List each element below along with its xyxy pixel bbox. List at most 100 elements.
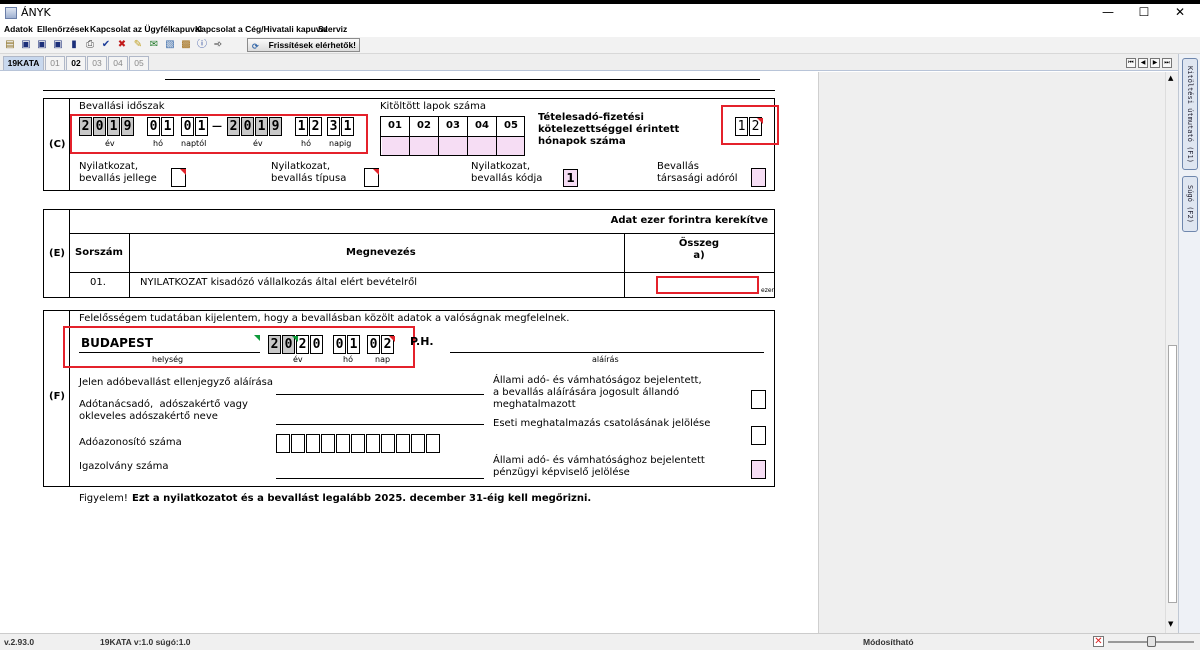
- guide-f1-button[interactable]: Kitöltési útmutató (F1): [1182, 58, 1198, 170]
- kodja-field[interactable]: 1: [563, 169, 578, 187]
- state-rep-label: Állami adó- és vámhatóságoz bejelentett,…: [493, 375, 702, 410]
- close-button[interactable]: ✕: [1162, 4, 1198, 22]
- check-icon[interactable]: ✔: [100, 39, 112, 51]
- unit-ezer: ezer: [761, 287, 774, 294]
- col-osszeg: Összeg a): [678, 238, 720, 261]
- city-date-highlight: [63, 326, 415, 368]
- refresh-icon: ⟳: [252, 42, 259, 51]
- save-as-icon[interactable]: ▣: [36, 39, 48, 51]
- form-info-text: 19KATA v:1.0 súgó:1.0: [100, 637, 191, 647]
- form-margin-area: [818, 72, 1165, 633]
- maximize-button[interactable]: ☐: [1126, 4, 1162, 22]
- prev-section-line: [165, 79, 760, 80]
- minimize-button[interactable]: —: [1090, 4, 1126, 22]
- envelope-icon[interactable]: ✉: [148, 39, 160, 51]
- mode-text: Módosítható: [863, 637, 914, 647]
- help-f2-button[interactable]: Súgó (F2): [1182, 176, 1198, 232]
- page-03-count[interactable]: [439, 137, 467, 155]
- page-02-label: 02: [417, 120, 431, 131]
- tab-01[interactable]: 01: [45, 56, 65, 70]
- occasional-checkbox[interactable]: [751, 426, 766, 445]
- col-megnevezes: Megnevezés: [346, 247, 416, 258]
- months-label: Tételesadó-fizetési kötelezettséggel éri…: [538, 112, 680, 147]
- col-sorszam: Sorszám: [75, 247, 123, 258]
- prev-page-icon[interactable]: ◀: [1138, 58, 1148, 68]
- row-01-text: NYILATKOZAT kisadózó vállalkozás által e…: [140, 277, 417, 288]
- last-page-icon[interactable]: ⏭: [1162, 58, 1172, 68]
- page-04-count[interactable]: [468, 137, 496, 155]
- taxid-field[interactable]: [276, 434, 441, 453]
- jellege-marker: [180, 169, 186, 175]
- vertical-scrollbar[interactable]: ▲ ▼: [1165, 72, 1178, 633]
- pages-icon[interactable]: ▧: [164, 39, 176, 51]
- fin-rep-label: Állami adó- és vámhatósághoz bejelentett…: [493, 455, 705, 478]
- side-panel: Kitöltési útmutató (F1) Súgó (F2): [1178, 54, 1200, 633]
- version-text: v.2.93.0: [4, 637, 35, 647]
- toolbar: ▤ ▣ ▣ ▣ ▮ ⎙ ✔ ✖ ✎ ✉ ▧ ▩ ⓘ ➾ ⟳ Frissítések…: [0, 37, 1200, 54]
- notice-text: Ezt a nyilatkozatot és a bevallást legal…: [132, 493, 592, 504]
- section-f-label: (F): [49, 391, 65, 402]
- tipusa-label: Nyilatkozat, bevallás típusa: [271, 161, 347, 184]
- tab-04[interactable]: 04: [108, 56, 128, 70]
- save-all-icon[interactable]: ▣: [52, 39, 64, 51]
- forward-icon[interactable]: ➾: [212, 39, 224, 51]
- occasional-label: Eseti meghatalmazás csatolásának jelölés…: [493, 418, 711, 429]
- tab-05[interactable]: 05: [129, 56, 149, 70]
- menu-szerviz[interactable]: Szerviz: [318, 24, 347, 34]
- tarsasagi-field[interactable]: [751, 168, 766, 187]
- page-03-label: 03: [446, 120, 460, 131]
- menu-ellenorzesek[interactable]: Ellenőrzések: [37, 24, 89, 34]
- menu-cegkapu[interactable]: Kapcsolat a Cég/Hivatali kapuval: [195, 24, 328, 34]
- state-rep-checkbox[interactable]: [751, 390, 766, 409]
- pages-grid: 01 02 03 04 05: [380, 116, 525, 156]
- page-04-label: 04: [475, 120, 489, 131]
- page-tabs: 19KATA 01 02 03 04 05 ⏮ ◀ ▶ ⏭: [0, 54, 1178, 71]
- page-05-count[interactable]: [497, 137, 524, 155]
- tab-02[interactable]: 02: [66, 56, 86, 70]
- first-page-icon[interactable]: ⏮: [1126, 58, 1136, 68]
- menu-bar: Adatok Ellenőrzések Kapcsolat az Ügyfélk…: [0, 23, 1200, 37]
- next-page-icon[interactable]: ▶: [1150, 58, 1160, 68]
- ph-label: P.H.: [410, 335, 434, 348]
- book-icon[interactable]: ▮: [68, 39, 80, 51]
- jellege-label: Nyilatkozat, bevallás jellege: [79, 161, 157, 184]
- rounding-note: Adat ezer forintra kerekítve: [610, 215, 768, 226]
- open-icon[interactable]: ▤: [4, 39, 16, 51]
- scroll-up-icon[interactable]: ▲: [1168, 74, 1173, 82]
- scrollbar-thumb[interactable]: [1168, 345, 1177, 603]
- error-list-icon[interactable]: ✖: [116, 39, 128, 51]
- status-bar: v.2.93.0 19KATA v:1.0 súgó:1.0 Módosítha…: [0, 633, 1200, 650]
- updates-available-button[interactable]: ⟳ Frissítések elérhetők!: [247, 38, 360, 52]
- countersign-line[interactable]: [276, 394, 484, 395]
- page-05-label: 05: [504, 120, 518, 131]
- print-icon[interactable]: ⎙: [84, 39, 96, 51]
- section-c-label: (C): [49, 139, 66, 150]
- tab-03[interactable]: 03: [87, 56, 107, 70]
- kodja-label: Nyilatkozat, bevallás kódja: [471, 161, 543, 184]
- zoom-slider-thumb[interactable]: [1147, 636, 1156, 647]
- advisor-line[interactable]: [276, 424, 484, 425]
- attachment-icon[interactable]: ▩: [180, 39, 192, 51]
- menu-adatok[interactable]: Adatok: [4, 24, 33, 34]
- taxid-label: Adóazonosító száma: [79, 437, 182, 448]
- period-highlight: [70, 114, 368, 154]
- license-line[interactable]: [276, 478, 484, 479]
- scroll-down-icon[interactable]: ▼: [1168, 620, 1173, 628]
- fin-rep-checkbox[interactable]: [751, 460, 766, 479]
- signature-line[interactable]: [450, 352, 764, 353]
- countersign-label: Jelen adóbevallást ellenjegyző aláírása: [79, 377, 274, 388]
- tab-19kata[interactable]: 19KATA: [3, 56, 44, 70]
- error-toggle-icon[interactable]: ✕: [1093, 636, 1104, 647]
- title-bar: ÁNYK — ☐ ✕: [0, 4, 1200, 23]
- notice-prefix: Figyelem!: [79, 493, 128, 504]
- edit-icon[interactable]: ✎: [132, 39, 144, 51]
- save-icon[interactable]: ▣: [20, 39, 32, 51]
- months-highlight: [721, 105, 779, 145]
- row-01-number: 01.: [90, 277, 106, 288]
- page-02-count[interactable]: [410, 137, 438, 155]
- page-01-count[interactable]: [382, 137, 409, 155]
- prev-section-border: [43, 90, 775, 91]
- menu-ugyfelkapu[interactable]: Kapcsolat az Ügyfélkapuval: [90, 24, 202, 34]
- advisor-label: Adótanácsadó, adószakértő vagy okleveles…: [79, 399, 248, 422]
- info-icon[interactable]: ⓘ: [196, 39, 208, 51]
